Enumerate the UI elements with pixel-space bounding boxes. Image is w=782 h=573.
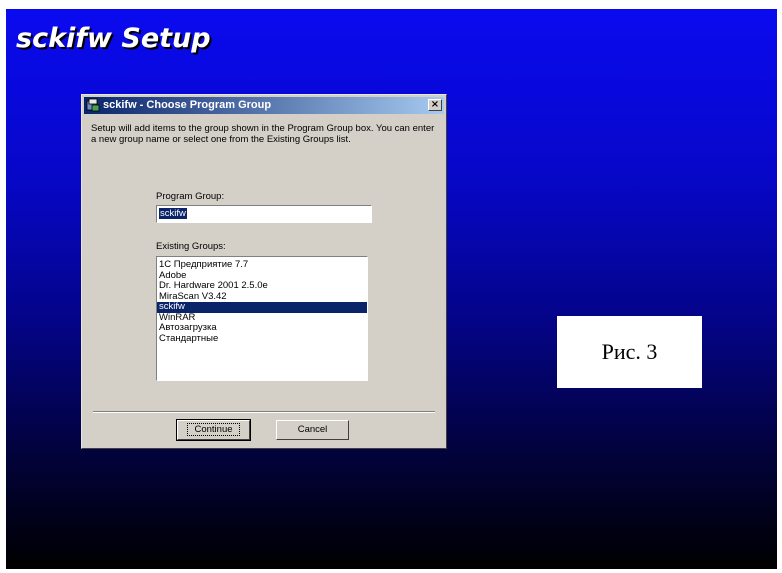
program-group-label: Program Group: (156, 191, 225, 202)
dialog-titlebar[interactable]: sckifw - Choose Program Group × (84, 97, 444, 114)
list-item[interactable]: MiraScan V3.42 (157, 291, 367, 303)
list-item[interactable]: Автозагрузка (157, 322, 367, 334)
setup-background: sckifw Setup sckifw - Choose Program Gro… (6, 9, 777, 569)
installer-icon (86, 98, 100, 112)
dialog-description: Setup will add items to the group shown … (91, 123, 435, 145)
choose-program-group-dialog: sckifw - Choose Program Group × Setup wi… (81, 94, 447, 449)
program-group-input[interactable]: sckifw (156, 205, 372, 223)
existing-groups-label: Existing Groups: (156, 241, 226, 252)
list-item[interactable]: 1С Предприятие 7.7 (157, 259, 367, 271)
dialog-title: sckifw - Choose Program Group (103, 99, 272, 111)
list-item[interactable]: Стандартные (157, 333, 367, 345)
program-group-value: sckifw (159, 208, 187, 219)
close-button[interactable]: × (428, 99, 442, 111)
existing-groups-list[interactable]: 1С Предприятие 7.7 Adobe Dr. Hardware 20… (156, 256, 368, 381)
setup-title: sckifw Setup (16, 23, 211, 54)
continue-label: Continue (187, 423, 240, 436)
figure-caption: Рис. 3 (557, 316, 702, 388)
close-icon: × (430, 99, 440, 110)
divider (93, 411, 435, 413)
cancel-button[interactable]: Cancel (276, 420, 349, 440)
list-item-selected[interactable]: sckifw (157, 301, 367, 313)
list-item[interactable]: Dr. Hardware 2001 2.5.0e (157, 280, 367, 292)
continue-button[interactable]: Continue (176, 419, 251, 441)
